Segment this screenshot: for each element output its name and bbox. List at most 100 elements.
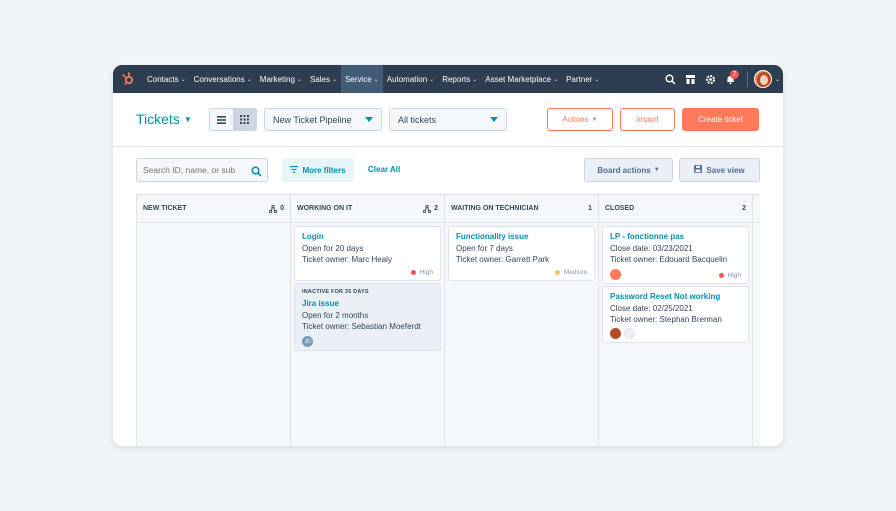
search-icon[interactable] <box>251 164 262 182</box>
column-header: WAITING ON TECHNICIAN 1 <box>445 194 598 223</box>
nav-sales[interactable]: Sales ⌄ <box>306 65 341 93</box>
view-toggle <box>209 108 257 131</box>
user-avatar[interactable] <box>753 70 772 88</box>
ticket-title[interactable]: Functionality issue <box>456 232 587 241</box>
caret-down-icon: ▼ <box>591 116 598 123</box>
nav-asset-marketplace[interactable]: Asset Marketplace ⌄ <box>481 65 562 93</box>
ticket-open-duration: Open for 20 days <box>302 244 364 253</box>
divider <box>746 71 748 87</box>
view-select[interactable]: All tickets <box>389 108 507 131</box>
chevron-down-icon: ⌄ <box>373 76 379 83</box>
import-button[interactable]: Import <box>620 108 675 131</box>
view-value: All tickets <box>398 114 437 125</box>
nav-marketing[interactable]: Marketing ⌄ <box>256 65 306 93</box>
clear-all-link[interactable]: Clear All <box>368 165 400 174</box>
save-view-button[interactable]: Save view <box>679 158 760 182</box>
chevron-down-icon: ⌄ <box>429 76 435 83</box>
ticket-title[interactable]: Jira issue <box>302 299 433 308</box>
gear-icon[interactable] <box>701 65 721 93</box>
nav-label: Contacts <box>147 74 179 84</box>
more-filters-button[interactable]: More filters <box>282 158 354 182</box>
nav-reports[interactable]: Reports ⌄ <box>438 65 481 93</box>
nav-service[interactable]: Service ⌄ <box>340 65 383 93</box>
chevron-down-icon: ⌄ <box>594 76 600 83</box>
nav-label: Automation <box>386 74 428 84</box>
ticket-title[interactable]: LP - fonctionne pas <box>610 232 741 241</box>
ticket-close-date: Close date: 02/25/2021 <box>610 304 693 313</box>
ticket-open-duration: Open for 7 days <box>456 244 513 253</box>
chevron-down-icon: ⌄ <box>246 76 252 83</box>
chevron-down-icon: ⌄ <box>331 76 337 83</box>
nav-automation[interactable]: Automation ⌄ <box>383 65 439 93</box>
column-title: CLOSED <box>605 205 635 212</box>
caret-down-icon: ▼ <box>653 167 660 173</box>
column-count-value: 2 <box>434 205 438 212</box>
search-icon[interactable] <box>661 65 681 93</box>
automation-icon[interactable] <box>423 204 432 213</box>
column-count: 2 <box>742 205 746 212</box>
chevron-down-icon: ⌄ <box>553 76 559 83</box>
chevron-down-icon: ⌄ <box>296 76 302 83</box>
board-column-waiting-on-technician: WAITING ON TECHNICIAN 1 Functionality is… <box>445 194 599 446</box>
ticket-open-duration: Open for 2 months <box>302 311 369 320</box>
ticket-owner: Ticket owner: Stephan Brennan <box>610 315 722 324</box>
column-header <box>753 194 760 223</box>
ticket-card-lp[interactable]: LP - fonctionne pas Close date: 03/23/20… <box>602 226 749 284</box>
owner-avatar: JD <box>302 336 313 347</box>
caret-down-icon <box>365 117 373 122</box>
nav-conversations[interactable]: Conversations ⌄ <box>190 65 256 93</box>
page-header: Tickets ▼ New Ticket Pipeline All ticket… <box>113 93 783 147</box>
board-actions-label: Board actions <box>597 165 651 175</box>
caret-down-icon <box>490 117 498 122</box>
chevron-down-icon[interactable]: ⌄ <box>775 76 780 83</box>
actions-button[interactable]: Actions ▼ <box>547 108 613 131</box>
nav-contacts[interactable]: Contacts ⌄ <box>143 65 190 93</box>
list-view-button[interactable] <box>210 109 233 130</box>
column-header: WORKING ON IT 2 <box>291 194 444 223</box>
ticket-card-password-reset[interactable]: Password Reset Not working Close date: 0… <box>602 286 749 343</box>
ticket-card-login[interactable]: Login Open for 20 days Ticket owner: Mar… <box>294 226 441 281</box>
board-view-button[interactable] <box>233 109 256 130</box>
filter-bar: More filters Clear All Board actions ▼ S… <box>113 148 783 194</box>
search-input[interactable] <box>143 165 243 175</box>
caret-down-icon: ▼ <box>183 114 192 124</box>
import-label: Import <box>636 115 659 124</box>
column-count-value: 0 <box>280 205 284 212</box>
priority-dot-icon <box>718 273 724 278</box>
ticket-owner: Ticket owner: Edouard Bacquelin <box>610 255 728 264</box>
column-title: WORKING ON IT <box>297 205 353 212</box>
hubspot-avatar-icon <box>610 269 621 280</box>
more-filters-label: More filters <box>302 165 346 175</box>
board-column-partial <box>753 194 760 446</box>
priority-indicator: High <box>410 269 433 276</box>
ticket-title[interactable]: Password Reset Not working <box>610 292 741 301</box>
priority-label: High <box>419 269 433 276</box>
column-header: CLOSED 2 <box>599 194 752 223</box>
notifications-bell-icon[interactable]: 7 <box>721 65 741 93</box>
priority-indicator: Medium <box>554 269 587 276</box>
ticket-title[interactable]: Login <box>302 232 433 241</box>
marketplace-icon[interactable] <box>681 65 701 93</box>
nav-utilities: 7 ⌄ <box>661 65 783 93</box>
ticket-card-functionality[interactable]: Functionality issue Open for 7 days Tick… <box>448 226 595 281</box>
priority-dot-icon <box>410 270 416 275</box>
pipeline-select[interactable]: New Ticket Pipeline <box>264 108 382 131</box>
hubspot-logo-icon[interactable] <box>113 65 143 93</box>
automation-icon[interactable] <box>269 204 278 213</box>
column-title: WAITING ON TECHNICIAN <box>451 205 539 212</box>
nav-label: Conversations <box>193 74 245 84</box>
column-title: NEW TICKET <box>143 205 187 212</box>
create-ticket-button[interactable]: Create ticket <box>682 108 759 131</box>
nav-label: Reports <box>442 74 471 84</box>
page-title-dropdown[interactable]: Tickets ▼ <box>136 111 192 127</box>
nav-label: Marketing <box>259 74 295 84</box>
board-actions-button[interactable]: Board actions ▼ <box>584 158 673 182</box>
board-column-closed: CLOSED 2 LP - fonctionne pas Close date:… <box>599 194 753 446</box>
ticket-card-jira[interactable]: INACTIVE FOR 35 DAYS Jira issue Open for… <box>294 283 441 351</box>
app-window: Contacts ⌄ Conversations ⌄ Marketing ⌄ Sale… <box>113 65 783 446</box>
column-count-value: 1 <box>588 205 592 212</box>
priority-dot-icon <box>554 270 560 275</box>
kanban-board: NEW TICKET 0 WORKING ON IT 2 Login Open … <box>136 194 760 446</box>
nav-partner[interactable]: Partner ⌄ <box>562 65 603 93</box>
inactive-label: INACTIVE FOR 35 DAYS <box>302 289 369 295</box>
